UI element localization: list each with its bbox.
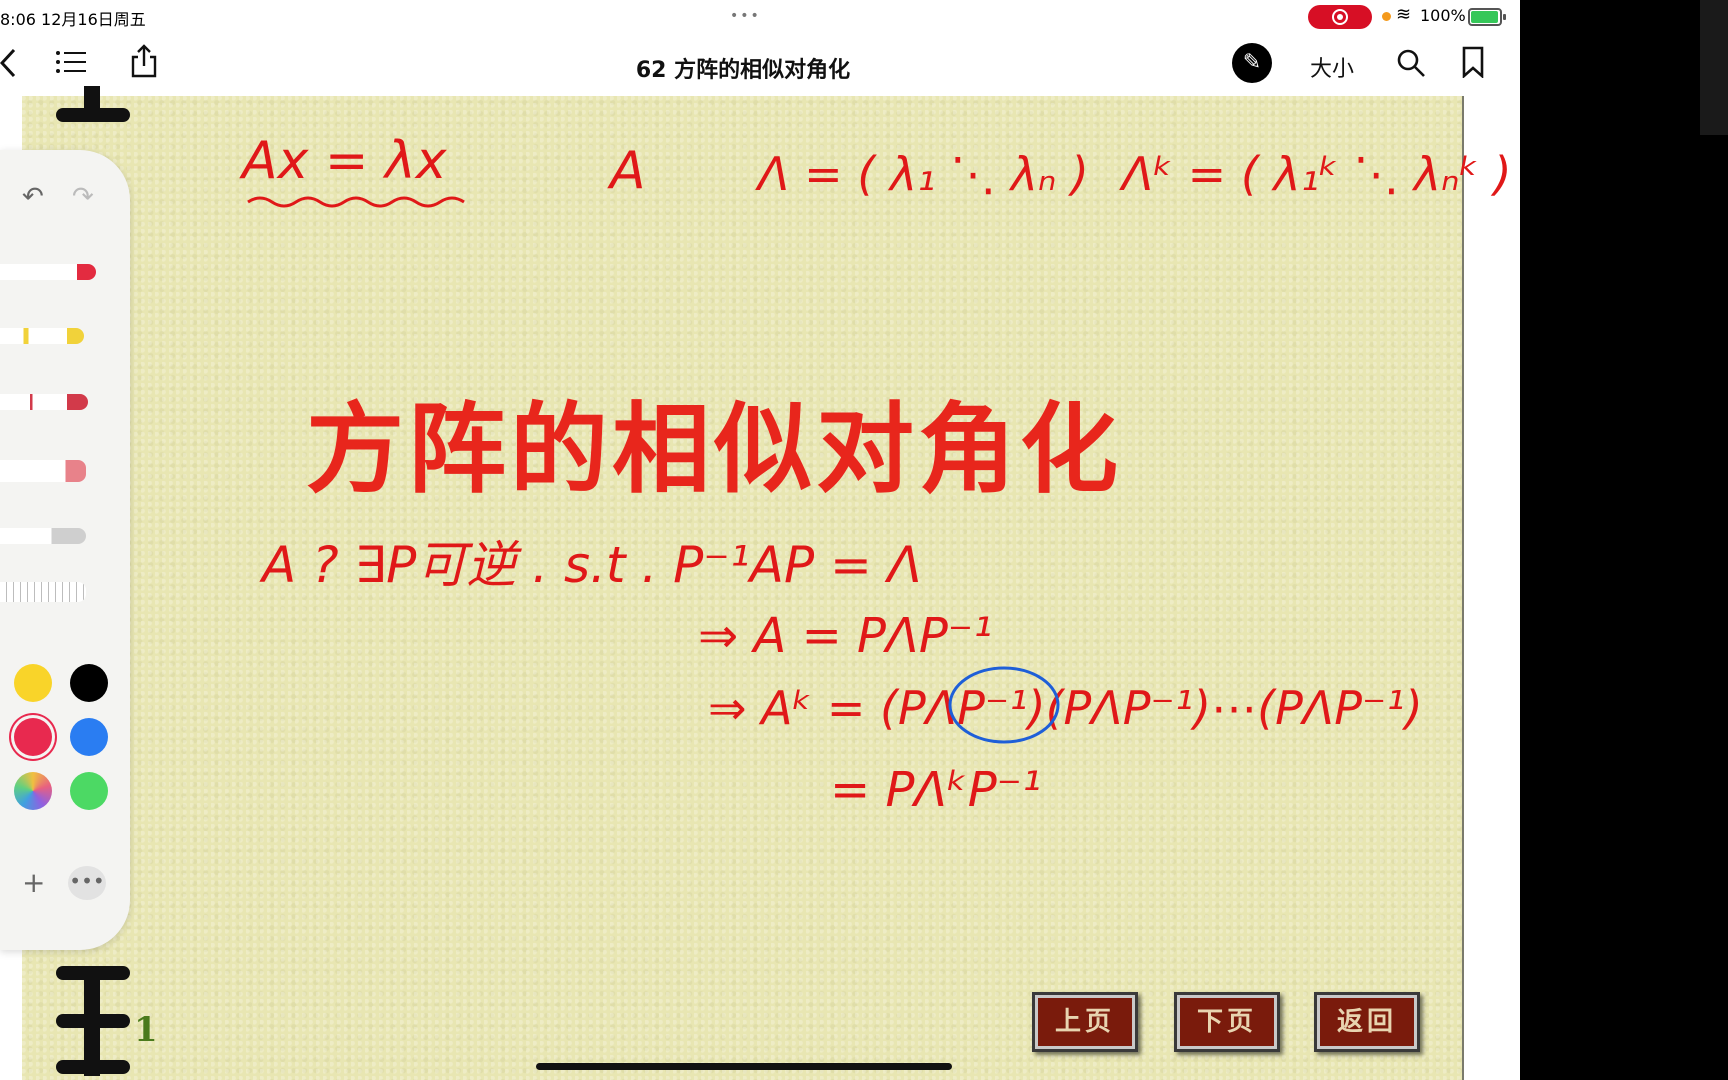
ruler-tool[interactable] (0, 582, 86, 602)
home-indicator[interactable] (536, 1063, 952, 1070)
multitask-dots[interactable]: ••• (730, 8, 761, 24)
eraser-tool[interactable] (0, 460, 86, 482)
binder-stem-bottom (84, 966, 100, 1076)
lasso-tool[interactable] (0, 528, 86, 544)
add-icon[interactable]: + (22, 866, 45, 899)
right-edge-strip (1700, 0, 1728, 135)
next-page-button[interactable]: 下页 (1174, 992, 1280, 1052)
right-black-bar (1520, 0, 1728, 1080)
color-red-selected[interactable] (14, 718, 52, 756)
more-options-icon[interactable]: ••• (68, 866, 106, 900)
binder-ring-top-stem (84, 86, 100, 122)
status-bar: 8:06 12月16日周五 ••• ≋ 100% (0, 0, 1520, 34)
color-yellow[interactable] (14, 664, 52, 702)
highlighter-tool[interactable] (0, 328, 84, 344)
battery-percent: 100% (1420, 6, 1466, 25)
mic-indicator-dot (1382, 12, 1391, 21)
undo-icon[interactable]: ↶ (22, 182, 44, 212)
pencil-tool[interactable] (0, 394, 88, 410)
search-icon[interactable] (1396, 48, 1426, 78)
reader-toolbar: 62 方阵的相似对角化 ✎ 大小 (0, 34, 1520, 96)
pencil-tool-palette: ↶ ↷ + ••• (0, 150, 130, 950)
page-number: 1 (134, 1010, 158, 1050)
battery-icon (1468, 8, 1506, 26)
status-time: 8:06 12月16日周五 (0, 10, 146, 29)
color-picker-spectrum[interactable] (14, 772, 52, 810)
bookmark-icon[interactable] (1462, 46, 1484, 78)
screen-record-indicator[interactable] (1308, 5, 1372, 29)
text-size-button[interactable]: 大小 (1310, 51, 1354, 83)
prev-page-button[interactable]: 上页 (1032, 992, 1138, 1052)
slide-page (22, 86, 1464, 1080)
wifi-icon: ≋ (1396, 4, 1412, 25)
redo-icon[interactable]: ↷ (72, 182, 94, 212)
back-button[interactable]: 返回 (1314, 992, 1420, 1052)
color-green[interactable] (70, 772, 108, 810)
color-blue[interactable] (70, 718, 108, 756)
pen-circle-icon[interactable]: ✎ (1232, 43, 1272, 83)
slide-title: 方阵的相似对角化 (306, 393, 1123, 507)
color-black[interactable] (70, 664, 108, 702)
pen-tool[interactable] (0, 264, 96, 280)
